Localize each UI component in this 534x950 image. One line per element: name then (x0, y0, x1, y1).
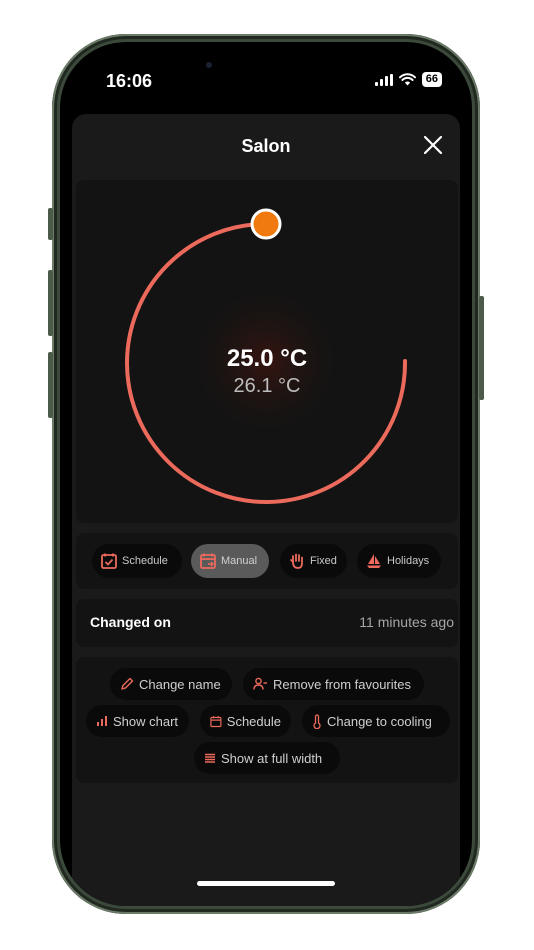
current-temperature: 26.1 °C (233, 375, 301, 397)
power-button (479, 296, 484, 400)
mode-label: Manual (221, 555, 258, 567)
action-label: Change name (139, 676, 221, 692)
show-chart-button[interactable]: Show chart (86, 705, 189, 737)
mode-label: Fixed (310, 555, 337, 567)
mode-fixed-button[interactable]: Fixed (280, 544, 347, 578)
action-label: Remove from favourites (273, 676, 411, 692)
dynamic-island (205, 56, 323, 88)
mode-holidays-button[interactable]: Holidays (357, 544, 441, 578)
change-name-button[interactable]: Change name (110, 668, 232, 700)
volume-down-button (48, 352, 53, 418)
calendar-check-icon (101, 553, 117, 569)
changed-on-value: 11 minutes ago (359, 614, 454, 630)
pencil-icon (121, 677, 134, 690)
bar-chart-icon (97, 716, 107, 726)
calendar-icon (210, 715, 222, 727)
changed-on-label: Changed on (90, 614, 171, 630)
actions-panel: Change name Remove from favourites Show … (76, 657, 458, 783)
hand-icon (290, 553, 303, 569)
action-label: Change to cooling (327, 713, 432, 729)
mode-label: Holidays (387, 555, 430, 567)
close-icon[interactable] (422, 134, 444, 156)
mode-manual-button[interactable]: Manual (191, 544, 269, 578)
remove-favourites-button[interactable]: Remove from favourites (243, 668, 424, 700)
mode-label: Schedule (122, 555, 168, 567)
thermostat-card: 25.0 °C 26.1 °C (76, 180, 458, 523)
changed-on-row: Changed on 11 minutes ago (76, 599, 458, 647)
action-label: Show chart (113, 713, 179, 729)
status-icons: 66 (374, 72, 442, 87)
battery-icon: 66 (421, 72, 442, 87)
detail-sheet: Salon 25.0 °C 26.1 °C Schedule Manual Fi… (72, 114, 460, 906)
schedule-button[interactable]: Schedule (200, 705, 291, 737)
user-minus-icon (253, 677, 267, 690)
action-label: Show at full width (221, 750, 323, 766)
dial-handle[interactable] (250, 208, 282, 240)
change-to-cooling-button[interactable]: Change to cooling (302, 705, 450, 737)
wifi-icon (398, 73, 416, 86)
page-title: Salon (241, 136, 291, 156)
full-width-icon (205, 753, 215, 763)
thermometer-icon (313, 713, 321, 729)
screen: 16:06 66 Salon 25.0 °C 26.1 °C Schedule … (60, 42, 472, 906)
mode-schedule-button[interactable]: Schedule (92, 544, 182, 578)
status-time: 16:06 (106, 71, 153, 91)
mode-selector: Schedule Manual Fixed Holidays (76, 533, 458, 589)
action-label: Schedule (226, 713, 281, 729)
target-temperature: 25.0 °C (226, 345, 308, 372)
camera-dot (206, 62, 212, 68)
signal-icon (374, 73, 393, 86)
sailboat-icon (367, 554, 381, 568)
show-full-width-button[interactable]: Show at full width (194, 742, 340, 774)
volume-up-button (48, 270, 53, 336)
action-button (48, 208, 53, 240)
home-indicator[interactable] (197, 881, 335, 886)
calendar-manual-icon (200, 553, 216, 569)
